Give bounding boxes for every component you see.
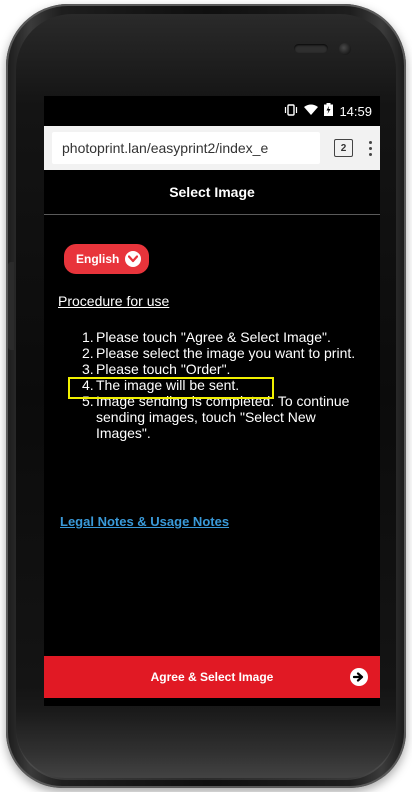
page-title: Select Image: [44, 170, 380, 215]
wifi-icon: [304, 104, 319, 119]
list-item: 1. Please touch "Agree & Select Image".: [82, 329, 331, 345]
status-bar: 14:59: [44, 96, 380, 126]
language-select-button[interactable]: English: [64, 244, 150, 274]
browser-toolbar: photoprint.lan/easyprint2/index_e 2: [44, 126, 380, 170]
agree-button-label: Agree & Select Image: [150, 670, 274, 684]
highlight-box: [68, 377, 274, 399]
front-camera: [339, 43, 351, 55]
language-label: English: [76, 252, 120, 266]
phone-bottom-gloss: [16, 710, 396, 780]
arrow-right-circle-icon: [350, 668, 368, 686]
list-item: 2. Please select the image you want to pr…: [82, 345, 356, 361]
legal-notes-link[interactable]: Legal Notes & Usage Notes: [60, 514, 229, 529]
list-item: 5. Image sending is completed. To continu…: [82, 393, 350, 441]
agree-select-image-button[interactable]: Agree & Select Image: [44, 656, 380, 698]
list-item: 3. Please touch "Order".: [82, 361, 231, 377]
vibrate-icon: [284, 103, 298, 119]
earpiece-speaker: [294, 44, 328, 53]
battery-icon: [324, 103, 334, 119]
status-time: 14:59: [339, 103, 372, 119]
chevron-down-icon: [125, 251, 142, 267]
url-input[interactable]: photoprint.lan/easyprint2/index_e: [52, 132, 320, 164]
side-volume-button: [8, 262, 14, 350]
phone-screen: 14:59 photoprint.lan/easyprint2/index_e …: [44, 96, 380, 706]
tab-switcher-button[interactable]: 2: [334, 139, 353, 157]
overflow-menu-icon[interactable]: [369, 140, 372, 156]
procedure-heading: Procedure for use: [58, 293, 170, 309]
